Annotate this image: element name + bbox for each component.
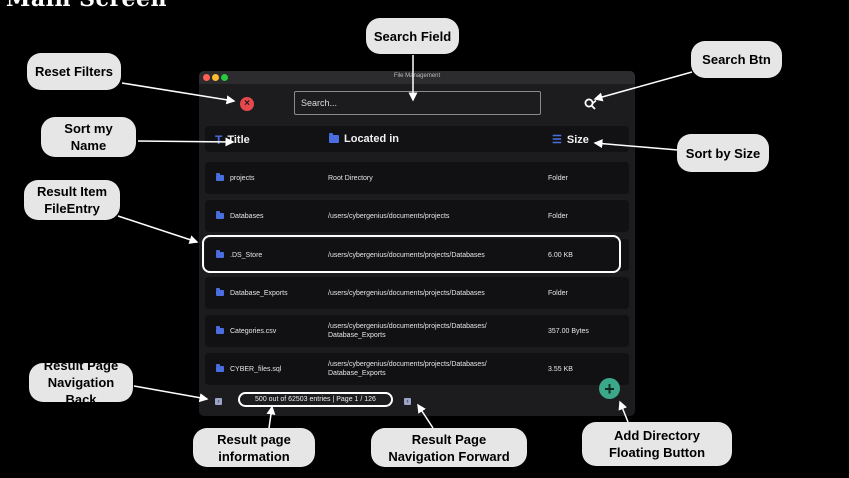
callout-add-directory: Add Directory Floating Button — [582, 422, 732, 466]
result-item[interactable]: Database_Exports /users/cybergenius/docu… — [205, 277, 629, 309]
row-size: 357.00 Bytes — [548, 327, 589, 335]
result-item[interactable]: projects Root Directory Folder — [205, 162, 629, 194]
magnifier-icon — [584, 98, 597, 110]
folder-icon — [216, 364, 224, 372]
callout-nav-forward: Result Page Navigation Forward — [371, 428, 527, 467]
reset-filters-button[interactable]: × — [240, 97, 254, 111]
callout-reset-filters: Reset Filters — [27, 53, 121, 90]
column-size-label: Size — [566, 133, 589, 146]
result-item[interactable]: CYBER_files.sql /users/cybergenius/docum… — [205, 353, 629, 385]
title-bar: File Management — [199, 71, 635, 84]
sort-by-title-button[interactable]: T Title — [215, 133, 250, 147]
column-title-label: Title — [227, 134, 250, 146]
callout-result-item: Result Item FileEntry — [24, 180, 120, 220]
window-title: File Management — [393, 73, 441, 79]
folder-icon — [216, 288, 224, 296]
row-location: /users/cybergenius/documents/projects/Da… — [328, 289, 485, 297]
sort-by-size-button[interactable]: ☰ Size — [552, 133, 589, 147]
text-icon: T — [215, 133, 223, 147]
row-title: Database_Exports — [230, 289, 288, 297]
search-button[interactable] — [583, 96, 599, 112]
row-size: 3.55 KB — [548, 365, 573, 373]
results-header: T Title Located in ☰ Size — [205, 126, 629, 152]
row-title: projects — [230, 174, 255, 182]
add-directory-button[interactable]: + — [599, 378, 620, 399]
page-title: Main Screen — [6, 0, 167, 12]
chevron-right-icon: › — [406, 398, 409, 405]
row-size: Folder — [548, 289, 568, 297]
row-location: Root Directory — [328, 174, 373, 182]
row-location: /users/cybergenius/documents/projects/Da… — [328, 323, 487, 339]
result-item-highlight — [202, 235, 621, 273]
folder-icon — [216, 173, 224, 181]
callout-sort-name: Sort my Name — [41, 117, 136, 157]
folder-icon — [216, 326, 224, 334]
column-location-label: Located in — [344, 133, 400, 145]
result-item[interactable]: Databases /users/cybergenius/documents/p… — [205, 200, 629, 232]
callout-nav-back: Result Page Navigation Back — [29, 358, 133, 407]
plus-icon: + — [604, 378, 615, 399]
page-forward-button[interactable]: › — [404, 398, 411, 405]
chevron-left-icon: ‹ — [217, 398, 220, 405]
callout-sort-size: Sort by Size — [677, 134, 769, 172]
callout-page-info: Result page information — [193, 428, 315, 467]
column-location-header[interactable]: Located in — [329, 133, 399, 145]
result-item[interactable]: Categories.csv /users/cybergenius/docume… — [205, 315, 629, 347]
callout-search-btn: Search Btn — [691, 41, 782, 78]
folder-icon — [216, 211, 224, 219]
search-input[interactable] — [295, 92, 540, 114]
list-icon: ☰ — [552, 134, 562, 146]
row-location: /users/cybergenius/documents/projects/Da… — [328, 361, 487, 377]
row-title: Categories.csv — [230, 327, 277, 335]
page-info: 500 out of 62503 entries | Page 1 / 126 — [238, 392, 393, 407]
row-location: /users/cybergenius/documents/projects — [328, 212, 450, 220]
close-circle-icon: × — [244, 98, 250, 109]
page-back-button[interactable]: ‹ — [215, 398, 222, 405]
row-title: Databases — [230, 212, 264, 220]
search-field[interactable] — [294, 91, 541, 115]
folder-icon — [329, 133, 339, 143]
row-title: CYBER_files.sql — [230, 365, 282, 373]
row-size: Folder — [548, 174, 568, 182]
row-size: Folder — [548, 212, 568, 220]
callout-search-field: Search Field — [366, 18, 459, 54]
